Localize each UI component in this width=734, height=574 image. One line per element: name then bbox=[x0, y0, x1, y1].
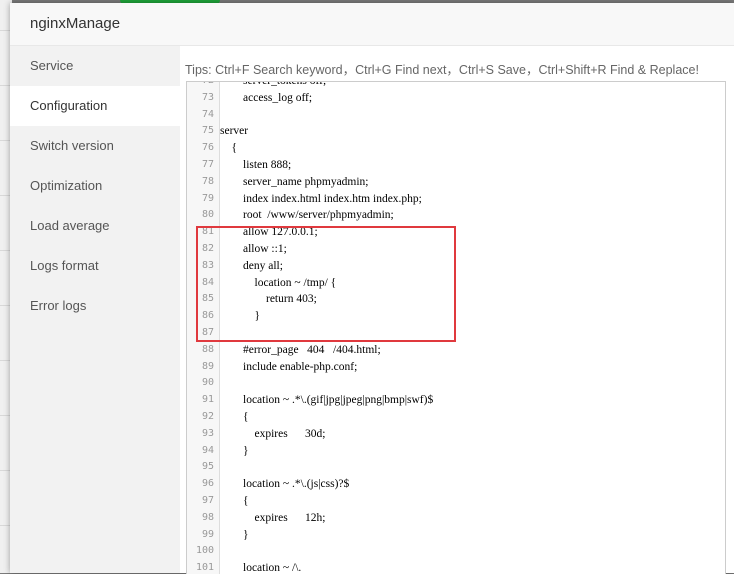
line-number: 86 bbox=[201, 310, 214, 322]
code-line[interactable]: 86 } bbox=[187, 308, 725, 325]
code-line[interactable]: 85 return 403; bbox=[187, 291, 725, 308]
code-line[interactable]: 87 bbox=[187, 325, 725, 342]
code-line[interactable]: 76 { bbox=[187, 140, 725, 157]
code-text[interactable]: listen 888; bbox=[220, 157, 291, 174]
code-line[interactable]: 101 location ~ /\. bbox=[187, 560, 725, 574]
code-text[interactable]: } bbox=[220, 443, 249, 460]
code-text[interactable]: allow 127.0.0.1; bbox=[220, 224, 318, 241]
code-line[interactable]: 91 location ~ .*\.(gif|jpg|jpeg|png|bmp|… bbox=[187, 392, 725, 409]
line-number: 72 bbox=[187, 82, 214, 90]
code-line[interactable]: 100 bbox=[187, 543, 725, 560]
code-line[interactable]: 82 allow ::1; bbox=[187, 241, 725, 258]
code-text[interactable]: include enable-php.conf; bbox=[220, 359, 357, 376]
line-number: 79 bbox=[201, 192, 214, 204]
code-lines: 72 server_tokens off;73 access_log off;7… bbox=[187, 82, 725, 574]
line-number: 91 bbox=[201, 394, 214, 406]
sidebar-item-logs-format[interactable]: Logs format bbox=[10, 246, 180, 286]
line-number: 76 bbox=[201, 142, 214, 154]
dialog-header: nginxManage bbox=[10, 3, 734, 46]
code-text[interactable]: location ~ /\. bbox=[220, 560, 301, 574]
code-text[interactable]: location ~ /tmp/ { bbox=[220, 275, 337, 292]
line-number: 81 bbox=[201, 226, 214, 238]
line-number: 89 bbox=[201, 360, 214, 372]
code-line[interactable]: 74 bbox=[187, 107, 725, 124]
sidebar-item-optimization[interactable]: Optimization bbox=[10, 166, 180, 206]
code-text[interactable]: deny all; bbox=[220, 258, 283, 275]
line-number: 82 bbox=[201, 242, 214, 254]
code-text[interactable]: #error_page 404 /404.html; bbox=[220, 342, 381, 359]
code-text[interactable]: location ~ .*\.(gif|jpg|jpeg|png|bmp|swf… bbox=[220, 392, 433, 409]
code-line[interactable]: 77 listen 888; bbox=[187, 157, 725, 174]
line-number: 97 bbox=[201, 494, 214, 506]
code-line[interactable]: 93 expires 30d; bbox=[187, 426, 725, 443]
line-number: 84 bbox=[201, 276, 214, 288]
dialog-title: nginxManage bbox=[30, 15, 121, 32]
line-number: 101 bbox=[195, 562, 214, 574]
line-number: 75 bbox=[201, 125, 214, 137]
line-number: 80 bbox=[201, 209, 214, 221]
code-line[interactable]: 72 server_tokens off; bbox=[187, 82, 725, 90]
code-line[interactable]: 89 include enable-php.conf; bbox=[187, 359, 725, 376]
code-text[interactable]: server_tokens off; bbox=[220, 82, 326, 90]
code-text[interactable]: { bbox=[220, 493, 249, 510]
config-code-editor[interactable]: 72 server_tokens off;73 access_log off;7… bbox=[186, 81, 726, 574]
sidebar-item-service[interactable]: Service bbox=[10, 46, 180, 86]
code-line[interactable]: 81 allow 127.0.0.1; bbox=[187, 224, 725, 241]
line-number: 87 bbox=[201, 326, 214, 338]
line-number: 100 bbox=[195, 545, 214, 557]
code-line[interactable]: 92 { bbox=[187, 409, 725, 426]
code-line[interactable]: 78 server_name phpmyadmin; bbox=[187, 174, 725, 191]
line-number: 90 bbox=[201, 377, 214, 389]
code-text[interactable]: expires 30d; bbox=[220, 426, 326, 443]
sidebar-item-error-logs[interactable]: Error logs bbox=[10, 286, 180, 326]
line-number: 96 bbox=[201, 478, 214, 490]
code-text[interactable]: { bbox=[220, 409, 249, 426]
code-line[interactable]: 94 } bbox=[187, 443, 725, 460]
sidebar-item-configuration[interactable]: Configuration bbox=[10, 86, 180, 126]
code-line[interactable]: 96 location ~ .*\.(js|css)?$ bbox=[187, 476, 725, 493]
code-line[interactable]: 80 root /www/server/phpmyadmin; bbox=[187, 207, 725, 224]
line-number: 92 bbox=[201, 410, 214, 422]
code-text[interactable]: server_name phpmyadmin; bbox=[220, 174, 369, 191]
code-text[interactable]: return 403; bbox=[220, 291, 317, 308]
shortcut-tips: Tips: Ctrl+F Search keyword，Ctrl+G Find … bbox=[185, 63, 699, 77]
line-number: 73 bbox=[201, 91, 214, 103]
code-line[interactable]: 88 #error_page 404 /404.html; bbox=[187, 342, 725, 359]
dialog-sidebar: Service Configuration Switch version Optimi… bbox=[10, 46, 180, 573]
code-line[interactable]: 97 { bbox=[187, 493, 725, 510]
code-line[interactable]: 95 bbox=[187, 459, 725, 476]
line-number: 88 bbox=[201, 343, 214, 355]
line-number: 93 bbox=[201, 427, 214, 439]
code-text[interactable]: allow ::1; bbox=[220, 241, 287, 258]
code-line[interactable]: 90 bbox=[187, 375, 725, 392]
code-line[interactable]: 79 index index.html index.htm index.php; bbox=[187, 191, 725, 208]
line-number: 85 bbox=[201, 293, 214, 305]
line-number: 77 bbox=[201, 158, 214, 170]
code-text[interactable]: location ~ .*\.(js|css)?$ bbox=[220, 476, 349, 493]
line-number: 99 bbox=[201, 528, 214, 540]
code-text[interactable]: } bbox=[220, 527, 249, 544]
line-number: 94 bbox=[201, 444, 214, 456]
line-number: 98 bbox=[201, 511, 214, 523]
code-text[interactable]: expires 12h; bbox=[220, 510, 326, 527]
code-text[interactable]: { bbox=[220, 140, 238, 157]
code-text[interactable]: index index.html index.htm index.php; bbox=[220, 191, 422, 208]
code-line[interactable]: 75 server bbox=[187, 123, 725, 140]
code-line[interactable]: 84 location ~ /tmp/ { bbox=[187, 275, 725, 292]
code-text[interactable]: } bbox=[220, 308, 261, 325]
code-text[interactable]: access_log off; bbox=[220, 90, 312, 107]
line-number: 95 bbox=[201, 461, 214, 473]
line-number: 78 bbox=[201, 175, 214, 187]
code-line[interactable]: 83 deny all; bbox=[187, 258, 725, 275]
code-line[interactable]: 99 } bbox=[187, 527, 725, 544]
code-text[interactable]: server bbox=[220, 123, 248, 140]
sidebar-item-load-average[interactable]: Load average bbox=[10, 206, 180, 246]
code-line[interactable]: 73 access_log off; bbox=[187, 90, 725, 107]
sidebar-item-switch-version[interactable]: Switch version bbox=[10, 126, 180, 166]
code-line[interactable]: 98 expires 12h; bbox=[187, 510, 725, 527]
code-text[interactable]: root /www/server/phpmyadmin; bbox=[220, 207, 394, 224]
line-number: 74 bbox=[201, 108, 214, 120]
line-number: 83 bbox=[201, 259, 214, 271]
